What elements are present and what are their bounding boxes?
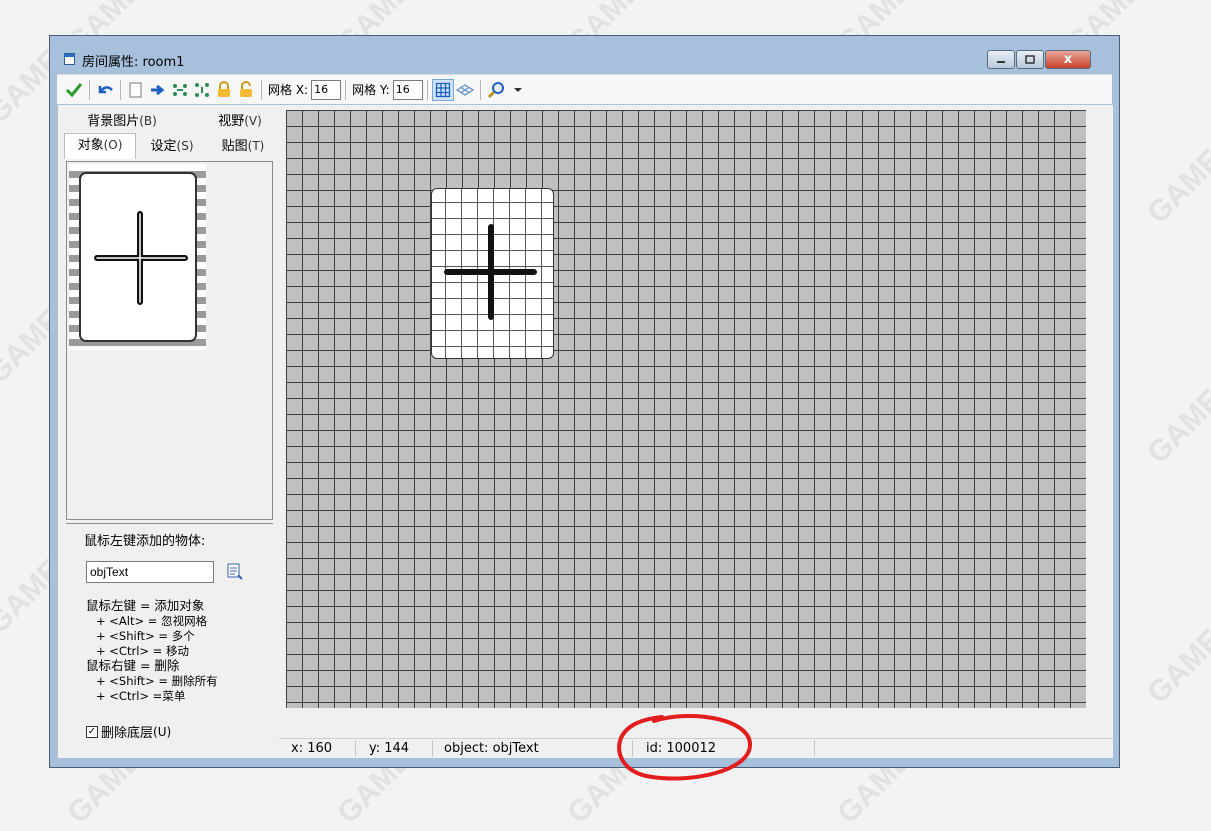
status-x: x: 160: [291, 741, 333, 756]
new-page-icon[interactable]: [125, 79, 147, 101]
tab-settings[interactable]: 设定(S): [138, 135, 206, 157]
sprite-card: [79, 172, 197, 342]
zoom-icon[interactable]: [485, 79, 507, 101]
check-icon[interactable]: [63, 79, 85, 101]
window-title: 房间属性: room1: [82, 55, 185, 70]
tab-tiles-key: (T): [247, 139, 265, 153]
cross-icon: [94, 211, 188, 305]
tab-settings-label: 设定: [150, 139, 177, 154]
toolbar-separator: [479, 79, 481, 100]
hint-line: 鼠标右键 = 删除: [86, 658, 180, 673]
grid-y-label: 网格 Y:: [352, 83, 390, 97]
hint-line: + <Alt> = 忽视网格: [96, 614, 208, 628]
tab-objects-label: 对象: [77, 138, 104, 153]
status-separator: [355, 740, 356, 757]
object-picker-icon[interactable]: [226, 562, 244, 584]
minimize-icon: [997, 60, 1005, 63]
hint-line: 鼠标左键 = 添加对象: [86, 598, 205, 613]
undo-icon[interactable]: [94, 79, 116, 101]
arrow-right-icon[interactable]: [147, 79, 169, 101]
watermark: GAME: [1141, 143, 1211, 231]
unlock-icon[interactable]: [235, 79, 257, 101]
vertical-scrollbar[interactable]: [1086, 110, 1113, 708]
watermark: GAME: [1141, 383, 1211, 471]
tab-background[interactable]: 背景图片(B): [66, 110, 178, 132]
delete-underlying-label: 删除底层: [101, 726, 154, 741]
tab-background-key: (B): [139, 114, 157, 128]
tab-background-label: 背景图片: [87, 114, 140, 129]
title-bar[interactable]: 房间属性: room1 x: [50, 36, 1119, 72]
grid-x-input[interactable]: [311, 79, 342, 100]
toolbar-separator: [89, 79, 90, 100]
hint-line: + <Ctrl> = 移动: [96, 644, 189, 658]
dropdown-icon[interactable]: [507, 79, 529, 101]
hint-line: + <Shift> = 删除所有: [96, 674, 218, 688]
tab-settings-key: (S): [176, 139, 194, 153]
delete-underlying-checkbox[interactable]: ✓: [86, 725, 98, 738]
object-name-field[interactable]: [86, 561, 214, 583]
toolbar-separator: [426, 79, 428, 100]
tab-views-key: (V): [244, 114, 262, 128]
delete-underlying-key: (U): [153, 724, 172, 739]
hint-line: + <Ctrl> =菜单: [96, 689, 186, 703]
status-y: y: 144: [369, 741, 410, 756]
tab-views[interactable]: 视野(V): [200, 110, 280, 132]
tab-tiles[interactable]: 贴图(T): [208, 135, 278, 157]
minimize-button[interactable]: [987, 50, 1015, 69]
shift-vertical-icon[interactable]: [191, 79, 213, 101]
grid-toggle-icon[interactable]: [431, 78, 454, 101]
isometric-icon[interactable]: [454, 79, 476, 101]
status-object: object: objText: [444, 741, 539, 756]
maximize-button[interactable]: [1016, 50, 1044, 69]
toolbar-separator: [345, 79, 347, 100]
room-properties-window: 房间属性: room1 x 网格 X: 16 网格 Y: 16 背景图片(B) …: [49, 35, 1120, 768]
tab-tiles-label: 贴图: [221, 139, 248, 154]
object-instance[interactable]: [431, 188, 554, 359]
shift-horizontal-icon[interactable]: [169, 79, 191, 101]
tab-objects-key: (O): [103, 138, 123, 152]
room-grid[interactable]: [286, 110, 1086, 708]
close-button[interactable]: x: [1045, 50, 1091, 69]
lock-icon[interactable]: [213, 79, 235, 101]
grid-x-label: 网格 X:: [268, 83, 309, 97]
watermark: GAME: [1141, 623, 1211, 711]
add-object-label: 鼠标左键添加的物体:: [84, 534, 206, 549]
window-icon: [64, 53, 75, 65]
annotation-circle: [617, 714, 753, 781]
maximize-icon: [1025, 55, 1035, 64]
tab-views-label: 视野: [218, 114, 245, 129]
hint-line: + <Shift> = 多个: [96, 629, 195, 643]
toolbar-separator: [261, 79, 262, 100]
object-sprite-preview[interactable]: [69, 164, 206, 350]
cross-icon: [444, 224, 537, 320]
close-icon: x: [1063, 52, 1073, 67]
toolbar-separator: [120, 79, 121, 100]
status-separator: [432, 740, 433, 757]
delete-underlying-toggle[interactable]: ✓ 删除底层 (U): [86, 722, 171, 741]
object-preview-area[interactable]: [66, 161, 273, 520]
toolbar: 网格 X: 网格 Y:: [57, 74, 1112, 104]
status-separator: [814, 740, 815, 757]
tab-objects[interactable]: 对象(O): [64, 133, 136, 159]
grid-y-input[interactable]: [392, 79, 423, 100]
room-canvas-area: [279, 105, 1113, 738]
